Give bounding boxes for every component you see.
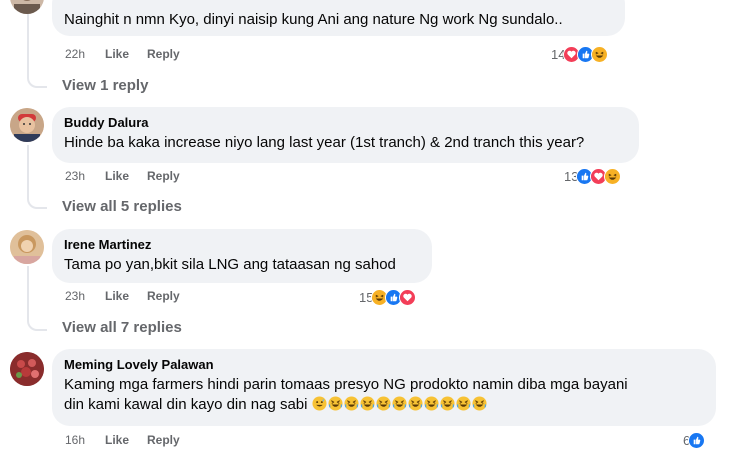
emoji-row <box>312 396 488 413</box>
comment-meta: 23h Like Reply <box>65 288 198 304</box>
grin-sweat-emoji-icon <box>312 396 327 411</box>
view-replies-link[interactable]: View 1 reply <box>62 77 148 94</box>
rofl-emoji-icon <box>360 396 375 411</box>
comment-bubble: Buddy Dalura Hinde ba kaka increase niyo… <box>52 107 639 163</box>
avatar[interactable] <box>10 108 44 142</box>
comment-time[interactable]: 22h <box>65 47 105 61</box>
comment-time[interactable]: 23h <box>65 289 105 303</box>
avatar[interactable] <box>10 352 44 386</box>
reaction-summary[interactable]: 13 <box>564 166 622 186</box>
comment-author[interactable]: Irene Martinez <box>64 237 420 253</box>
avatar[interactable] <box>10 230 44 264</box>
reply-button[interactable]: Reply <box>147 289 180 303</box>
like-reaction-icon <box>688 431 706 449</box>
thread-line <box>27 62 47 88</box>
rofl-emoji-icon <box>456 396 471 411</box>
comment-text-line: din kami kawal din kayo din nag sabi <box>64 396 308 413</box>
comment-text: Tama po yan,bkit sila LNG ang tataasan n… <box>64 256 396 273</box>
thread-line <box>27 183 47 209</box>
rofl-emoji-icon <box>344 396 359 411</box>
haha-reaction-icon <box>604 167 622 185</box>
rofl-emoji-icon <box>472 396 487 411</box>
like-button[interactable]: Like <box>105 169 129 183</box>
comment-bubble: Irene Martinez Tama po yan,bkit sila LNG… <box>52 229 432 283</box>
reaction-summary[interactable]: 6 <box>683 430 706 450</box>
comment-bubble: Meming Lovely Palawan Kaming mga farmers… <box>52 349 716 426</box>
rofl-emoji-icon <box>328 396 343 411</box>
love-reaction-icon <box>399 288 417 306</box>
like-button[interactable]: Like <box>105 47 129 61</box>
like-button[interactable]: Like <box>105 433 129 447</box>
rofl-emoji-icon <box>440 396 455 411</box>
view-replies-link[interactable]: View all 5 replies <box>62 198 182 215</box>
rofl-emoji-icon <box>424 396 439 411</box>
view-replies-link[interactable]: View all 7 replies <box>62 319 182 336</box>
like-button[interactable]: Like <box>105 289 129 303</box>
rofl-emoji-icon <box>376 396 391 411</box>
reply-button[interactable]: Reply <box>147 47 180 61</box>
comment-time[interactable]: 16h <box>65 433 105 447</box>
rofl-emoji-icon <box>408 396 423 411</box>
reaction-summary[interactable]: 14 <box>551 44 609 64</box>
comment-text: Hinde ba kaka increase niyo lang last ye… <box>64 134 585 151</box>
reaction-summary[interactable]: 15 <box>359 287 417 307</box>
comment-author[interactable]: Meming Lovely Palawan <box>64 357 704 373</box>
avatar[interactable] <box>10 0 44 14</box>
comment-text: Kaming mga farmers hindi parin tomaas pr… <box>64 375 704 415</box>
comment-meta: 16h Like Reply <box>65 432 198 448</box>
comment-author[interactable]: Buddy Dalura <box>64 115 627 131</box>
comment-bubble: Nainghit n nmn Kyo, dinyi naisip kung An… <box>52 0 625 36</box>
comment-time[interactable]: 23h <box>65 169 105 183</box>
comment-text: Nainghit n nmn Kyo, dinyi naisip kung An… <box>64 11 563 28</box>
reply-button[interactable]: Reply <box>147 433 180 447</box>
thread-line <box>27 305 47 331</box>
comment-meta: 23h Like Reply <box>65 168 198 184</box>
comment-text-line: Kaming mga farmers hindi parin tomaas pr… <box>64 376 628 393</box>
rofl-emoji-icon <box>392 396 407 411</box>
reply-button[interactable]: Reply <box>147 169 180 183</box>
comment-meta: 22h Like Reply <box>65 46 198 62</box>
haha-reaction-icon <box>591 45 609 63</box>
